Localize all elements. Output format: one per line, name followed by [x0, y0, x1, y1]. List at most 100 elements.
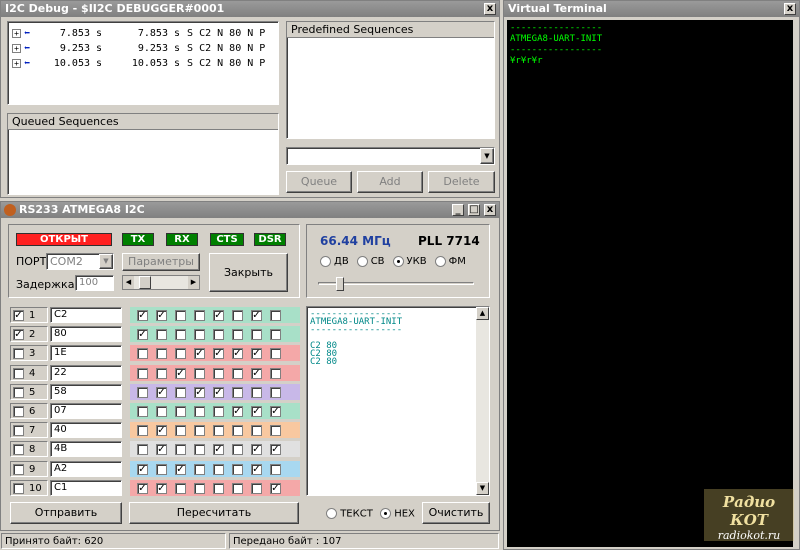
bit-checkbox[interactable]: [137, 405, 148, 417]
bit-checkbox[interactable]: [213, 328, 224, 340]
bit-checkbox[interactable]: ✓: [213, 347, 224, 359]
expand-icon[interactable]: +: [12, 29, 21, 38]
band-radio-group[interactable]: ДВ СВ УКВ ФМ: [320, 256, 486, 267]
chevron-right-icon[interactable]: ▶: [188, 276, 199, 289]
row-select[interactable]: 7: [10, 422, 48, 438]
row-select[interactable]: 9: [10, 461, 48, 477]
bit-checkbox[interactable]: [194, 482, 205, 494]
bit-checkbox[interactable]: [213, 463, 224, 475]
row-select[interactable]: 4: [10, 365, 48, 381]
bit-checkbox[interactable]: [137, 347, 148, 359]
band-radio[interactable]: ФМ: [434, 256, 466, 267]
checkbox-icon[interactable]: ✓: [13, 309, 24, 321]
bit-checkbox[interactable]: ✓: [251, 309, 262, 321]
chevron-down-icon[interactable]: ▼: [99, 254, 113, 269]
row-select[interactable]: 3: [10, 345, 48, 361]
row-value-input[interactable]: 58: [50, 384, 122, 400]
bit-checkbox[interactable]: ✓: [213, 386, 224, 398]
bit-checkbox[interactable]: [232, 443, 243, 455]
bit-checkbox[interactable]: [194, 367, 205, 379]
bit-checkbox[interactable]: [156, 328, 167, 340]
recalc-button[interactable]: Пересчитать: [129, 502, 299, 524]
bit-checkbox[interactable]: [213, 405, 224, 417]
rs-terminal[interactable]: ----------------- ATMEGA8-UART-INIT ------…: [306, 306, 490, 496]
bit-checkbox[interactable]: [232, 482, 243, 494]
bit-checkbox[interactable]: [156, 463, 167, 475]
chevron-down-icon[interactable]: ▼: [480, 148, 494, 164]
checkbox-icon[interactable]: [13, 463, 24, 475]
bit-checkbox[interactable]: [251, 424, 262, 436]
bit-checkbox[interactable]: [251, 482, 262, 494]
bit-checkbox[interactable]: [232, 328, 243, 340]
bit-checkbox[interactable]: ✓: [156, 309, 167, 321]
bit-checkbox[interactable]: [137, 367, 148, 379]
virtual-terminal-screen[interactable]: ----------------- ATMEGA8-UART-INIT ------…: [507, 20, 793, 547]
row-select[interactable]: 10: [10, 480, 48, 496]
bit-checkbox[interactable]: [194, 405, 205, 417]
bit-checkbox[interactable]: ✓: [251, 405, 262, 417]
bit-checkbox[interactable]: [194, 463, 205, 475]
bit-checkbox[interactable]: [213, 424, 224, 436]
bit-checkbox[interactable]: [156, 347, 167, 359]
band-radio[interactable]: СВ: [356, 256, 385, 267]
add-button[interactable]: Add: [357, 171, 423, 193]
bit-checkbox[interactable]: [232, 367, 243, 379]
expand-icon[interactable]: +: [12, 59, 21, 68]
bit-checkbox[interactable]: [175, 309, 186, 321]
bit-checkbox[interactable]: [156, 405, 167, 417]
checkbox-icon[interactable]: [13, 367, 24, 379]
bit-checkbox[interactable]: ✓: [232, 347, 243, 359]
radio-icon[interactable]: [434, 256, 446, 267]
bit-checkbox[interactable]: ✓: [213, 309, 224, 321]
delay-slider[interactable]: ◀ ▶: [122, 275, 200, 290]
bit-checkbox[interactable]: [175, 405, 186, 417]
bit-checkbox[interactable]: ✓: [251, 463, 262, 475]
bit-checkbox[interactable]: [194, 328, 205, 340]
row-value-input[interactable]: 40: [50, 422, 122, 438]
radio-icon[interactable]: [320, 256, 331, 267]
checkbox-icon[interactable]: [13, 443, 24, 455]
delay-slider-thumb[interactable]: [139, 276, 152, 289]
radio-icon[interactable]: [380, 508, 391, 519]
checkbox-icon[interactable]: [13, 386, 24, 398]
predefined-combo[interactable]: ▼: [286, 147, 495, 165]
bit-checkbox[interactable]: ✓: [270, 405, 281, 417]
bit-checkbox[interactable]: ✓: [137, 463, 148, 475]
checkbox-icon[interactable]: ✓: [13, 328, 24, 340]
bit-checkbox[interactable]: ✓: [232, 405, 243, 417]
radio-icon[interactable]: [356, 256, 368, 267]
tuner-slider[interactable]: [318, 277, 474, 291]
i2c-debug-titlebar[interactable]: I2C Debug - $II2C DEBUGGER#0001: [1, 1, 499, 17]
row-value-input[interactable]: 80: [50, 326, 122, 342]
bit-checkbox[interactable]: ✓: [137, 328, 148, 340]
rs233-titlebar[interactable]: RS233 ATMEGA8 I2C: [1, 202, 499, 218]
rs-close-button[interactable]: x: [484, 204, 496, 216]
bit-checkbox[interactable]: [156, 367, 167, 379]
bit-checkbox[interactable]: [137, 424, 148, 436]
bit-checkbox[interactable]: ✓: [251, 347, 262, 359]
bit-checkbox[interactable]: ✓: [251, 443, 262, 455]
bit-checkbox[interactable]: ✓: [137, 309, 148, 321]
bit-checkbox[interactable]: [270, 367, 281, 379]
log-row[interactable]: + ⬅ 9.253 s 9.253 s S C2 N 80 N P: [12, 41, 274, 56]
bit-checkbox[interactable]: ✓: [251, 367, 262, 379]
band-radio[interactable]: ДВ: [320, 256, 349, 267]
rs-terminal-scrollbar[interactable]: ▲ ▼: [476, 307, 489, 495]
bit-checkbox[interactable]: ✓: [270, 482, 281, 494]
send-button[interactable]: Отправить: [10, 502, 122, 524]
bit-checkbox[interactable]: ✓: [156, 424, 167, 436]
bit-checkbox[interactable]: [137, 386, 148, 398]
row-value-input[interactable]: C2: [50, 307, 122, 323]
expand-icon[interactable]: +: [12, 44, 21, 53]
chevron-down-icon[interactable]: ▼: [476, 482, 489, 495]
row-value-input[interactable]: 4B: [50, 441, 122, 457]
bit-checkbox[interactable]: ✓: [137, 482, 148, 494]
clear-button[interactable]: Очистить: [422, 502, 490, 524]
row-select[interactable]: 8: [10, 441, 48, 457]
port-select[interactable]: COM2 ▼: [46, 253, 114, 270]
bit-checkbox[interactable]: [251, 328, 262, 340]
bit-checkbox[interactable]: [194, 443, 205, 455]
checkbox-icon[interactable]: [13, 347, 24, 359]
bit-checkbox[interactable]: [232, 309, 243, 321]
bit-checkbox[interactable]: [213, 482, 224, 494]
